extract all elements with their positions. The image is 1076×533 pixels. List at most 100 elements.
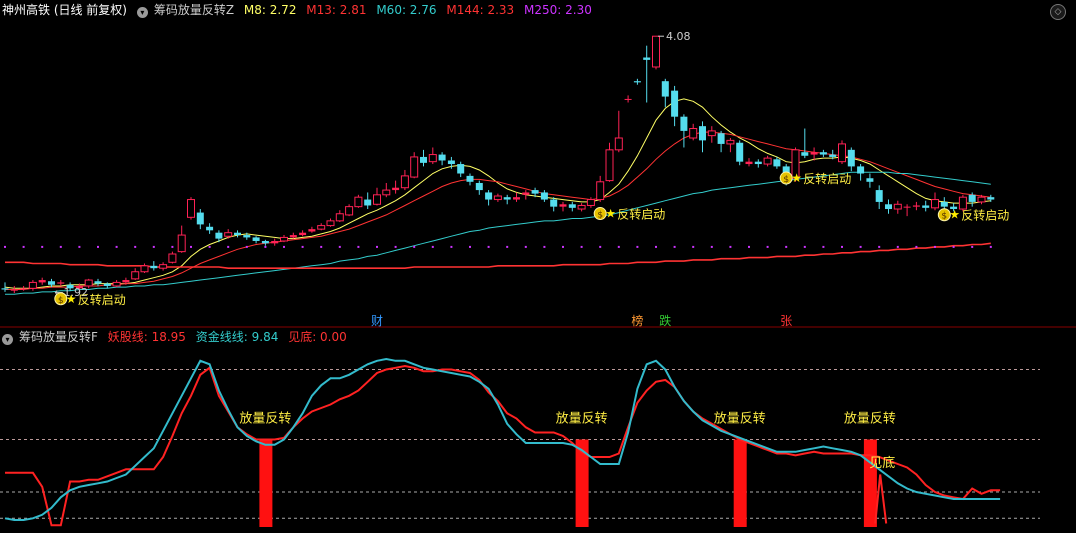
ma250-dot — [320, 245, 323, 248]
candle-body — [485, 192, 493, 200]
candle-body — [215, 232, 223, 239]
stock-title: 神州高铁 (日线 前复权) — [2, 3, 127, 17]
candle-body — [643, 57, 651, 60]
ma250-dot — [785, 245, 788, 248]
candle-body — [885, 204, 892, 210]
candle-body — [364, 199, 372, 206]
money-bag-glyph: $ — [941, 212, 947, 222]
candle-body — [596, 181, 605, 201]
ma144-value: M144: 2.33 — [446, 3, 515, 17]
candle-body — [196, 212, 204, 225]
candle-body — [605, 149, 614, 182]
candle-body — [540, 192, 548, 200]
signal-label: 反转启动 — [803, 171, 851, 186]
ma250-dot — [748, 245, 750, 248]
candle-body — [819, 152, 827, 155]
reversal-bar — [863, 439, 877, 527]
ma250-dot — [599, 245, 602, 248]
candle-body — [912, 205, 920, 207]
price-annotation: 4.08 — [666, 30, 691, 43]
ma8-value: M8: 2.72 — [243, 3, 297, 17]
candle-body — [661, 81, 669, 97]
collapse-icon[interactable]: ◇ — [1050, 4, 1066, 20]
star-icon: ★ — [66, 292, 77, 306]
candle-body — [428, 154, 437, 163]
ma250-dot — [134, 245, 137, 248]
candle-body — [177, 234, 186, 253]
reversal-bar — [733, 439, 747, 527]
signal-label: 反转启动 — [961, 208, 1009, 223]
candle-body — [1, 288, 9, 290]
ma250-value: M250: 2.30 — [524, 3, 592, 17]
star-icon: ★ — [949, 208, 960, 222]
ma250-dot — [952, 245, 955, 248]
candle-body — [187, 199, 195, 218]
ma250-dot — [803, 245, 806, 248]
money-bag-glyph: $ — [58, 296, 64, 306]
candle-body — [234, 232, 241, 236]
candle-body — [717, 133, 725, 144]
candle-body — [493, 195, 502, 201]
ma250-dot — [506, 245, 509, 248]
candle-body — [447, 160, 455, 165]
ma250-dot — [301, 245, 304, 248]
ma250-dot — [22, 245, 25, 248]
ma-line-m60 — [5, 171, 991, 295]
candle-body — [893, 203, 902, 210]
candle-body — [922, 205, 930, 208]
reversal-label: 放量反转 — [556, 412, 608, 427]
ma250-dot — [41, 245, 44, 248]
zijin-line — [4, 357, 1001, 521]
ma250-dot — [227, 245, 230, 248]
candle-body — [243, 235, 251, 238]
ma250-dot — [859, 245, 862, 248]
money-bag-glyph: $ — [783, 175, 789, 185]
ma250-dot — [692, 245, 695, 248]
ma250-dot — [636, 245, 639, 248]
candle-body — [829, 154, 837, 157]
candle-body — [857, 166, 865, 174]
candle-body — [763, 157, 772, 165]
chart-canvas: 4.08←1.92$ ★ 反转启动$ ★ 反转启动$ ★ 反转启动$ ★ 反转启动财榜跌张 放量… — [0, 30, 1076, 527]
candle-body — [801, 152, 809, 156]
candle-body — [958, 196, 967, 210]
price-panel: 4.08←1.92$ ★ 反转启动$ ★ 反转启动$ ★ 反转启动$ ★ 反转启动财榜跌张 — [1, 30, 1009, 328]
candle-body — [624, 98, 632, 100]
ma250-dot — [915, 245, 918, 248]
candle-body — [112, 281, 121, 287]
ma250-dot — [431, 245, 434, 248]
candle-body — [736, 142, 744, 162]
ma250-dot — [264, 245, 267, 248]
candle-body — [326, 220, 335, 227]
ma250-dot — [971, 245, 974, 248]
candle-body — [745, 161, 753, 165]
candle-body — [457, 164, 465, 174]
candle-body — [550, 199, 558, 207]
ma250-dot — [357, 245, 360, 248]
reversal-label: 放量反转 — [239, 412, 291, 427]
candle-body — [503, 197, 511, 200]
star-icon: ★ — [791, 171, 802, 185]
ma250-dot — [338, 245, 341, 248]
candle-body — [392, 187, 400, 191]
candle-body — [28, 281, 37, 289]
candle-body — [680, 116, 688, 131]
ma250-dot — [487, 245, 490, 248]
ma-line-m8 — [4, 98, 991, 289]
ma250-dot — [245, 245, 248, 248]
candle-body — [150, 265, 158, 269]
sub-indicator-name: 筹码放量反转F — [19, 330, 98, 344]
ma250-dot — [822, 245, 825, 248]
candle-body — [280, 236, 288, 242]
candle-body — [689, 128, 698, 139]
candle-body — [271, 240, 279, 244]
candle-body — [299, 232, 307, 236]
ma250-dot — [283, 245, 285, 248]
dropdown-icon[interactable]: ▾ — [136, 7, 148, 18]
candle-body — [699, 126, 706, 141]
dropdown-icon[interactable]: ▾ — [2, 334, 13, 345]
candle-body — [810, 152, 818, 155]
candle-body — [773, 159, 781, 167]
event-label: 张 — [780, 314, 792, 328]
candle-body — [57, 282, 65, 284]
